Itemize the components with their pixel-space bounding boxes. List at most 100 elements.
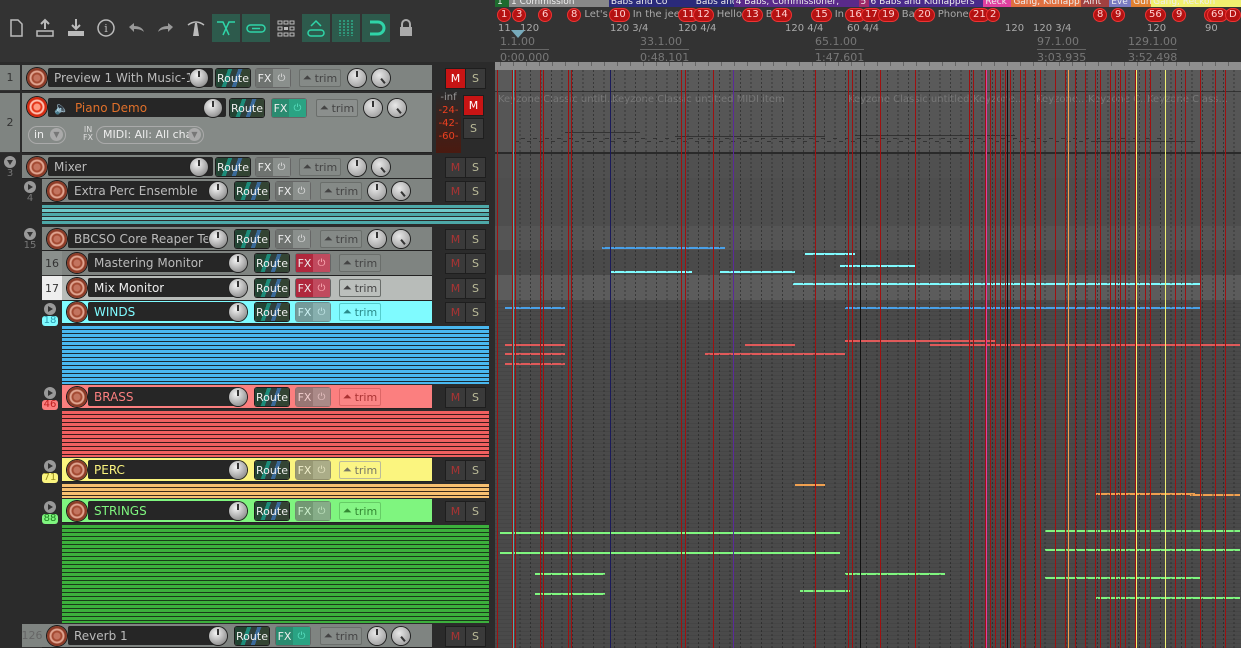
mute-button[interactable]: M: [446, 627, 465, 646]
record-arm-button[interactable]: [67, 460, 87, 480]
pan-knob[interactable]: [392, 627, 410, 645]
trim-envelope-button[interactable]: ⏶ trim: [339, 303, 381, 321]
project-info-button[interactable]: i: [92, 14, 120, 42]
snap-button[interactable]: [362, 14, 390, 42]
folder-expand-icon[interactable]: [44, 501, 56, 513]
lock-button[interactable]: [392, 14, 420, 42]
volume-knob[interactable]: [209, 627, 227, 645]
track-name-field[interactable]: Preview 1 With Music-1: [48, 68, 213, 87]
fx-button[interactable]: FX ⏻: [296, 461, 330, 479]
solo-button[interactable]: S: [466, 279, 485, 298]
midi-input-select[interactable]: MIDI: All: All chan ▼: [96, 126, 204, 144]
track-2-piano-demo[interactable]: 2 🔈 Piano Demo Route FX ⏻ ⏶ trim in ▼ IN FX …: [0, 91, 495, 153]
folder-expand-icon[interactable]: [44, 460, 56, 472]
marker[interactable]: 1: [497, 7, 512, 22]
track-4-extra-perc[interactable]: 4 Extra Perc Ensemble Route FX ⏻ ⏶ trim MS: [0, 179, 495, 227]
record-arm-button[interactable]: [27, 97, 47, 117]
route-button[interactable]: Route: [255, 279, 289, 297]
marker[interactable]: 12 Hello: [693, 7, 742, 22]
mute-button[interactable]: M: [446, 461, 465, 480]
solo-button[interactable]: S: [466, 461, 485, 480]
track-name-field[interactable]: BRASS: [88, 387, 238, 406]
trim-envelope-button[interactable]: ⏶ trim: [339, 461, 381, 479]
save-project-button[interactable]: [62, 14, 90, 42]
record-arm-button[interactable]: [67, 253, 87, 273]
redo-button[interactable]: [152, 14, 180, 42]
pan-knob[interactable]: [392, 182, 410, 200]
auto-crossfade-button[interactable]: [212, 14, 240, 42]
track-71-perc[interactable]: 71 PERC Route FX ⏻ ⏶ trim MS: [0, 458, 495, 499]
route-button[interactable]: Route: [255, 502, 289, 520]
track-name-field[interactable]: STRINGS: [88, 501, 238, 520]
volume-knob[interactable]: [204, 99, 222, 117]
solo-button[interactable]: S: [466, 69, 485, 88]
track-16-mastering-monitor[interactable]: 16 Mastering Monitor Route FX ⏻ ⏶ trim MS: [0, 251, 495, 276]
tempo-marker[interactable]: 120 4/4: [785, 23, 823, 34]
track-name-field[interactable]: 🔈 Piano Demo: [48, 98, 226, 117]
track-name-field[interactable]: Mix Monitor: [88, 278, 238, 297]
solo-button[interactable]: S: [466, 303, 485, 322]
track-46-brass[interactable]: 46 BRASS Route FX ⏻ ⏶ trim MS: [0, 385, 495, 458]
track-3-mixer[interactable]: 3 Mixer Route FX ⏻ ⏶ trim MS: [0, 155, 495, 179]
arrange-view[interactable]: 11 Commission Babs and Co Babs and 4 Babs, …: [495, 0, 1241, 648]
trim-envelope-button[interactable]: ⏶ trim: [320, 627, 362, 645]
volume-knob[interactable]: [229, 303, 247, 321]
folder-expand-icon[interactable]: [44, 303, 56, 315]
track-name-field[interactable]: PERC: [88, 460, 238, 479]
track-lanes[interactable]: Keyzone Classic untitl... Keyzone Classic…: [495, 70, 1241, 648]
marker[interactable]: 8 Let's: [567, 7, 608, 22]
solo-button[interactable]: S: [464, 119, 483, 138]
record-arm-button[interactable]: [47, 229, 67, 249]
region[interactable]: Eve: [1109, 0, 1132, 7]
track-name-field[interactable]: Extra Perc Ensemble: [68, 181, 218, 200]
region[interactable]: 6 Babs and Kidnappers: [868, 0, 984, 7]
folder-expand-icon[interactable]: [44, 387, 56, 399]
trim-envelope-button[interactable]: ⏶ trim: [299, 69, 341, 87]
track-17-mix-monitor[interactable]: 17 Mix Monitor Route FX ⏻ ⏶ trim MS: [0, 276, 495, 301]
record-arm-button[interactable]: [47, 181, 67, 201]
volume-knob[interactable]: [190, 69, 208, 87]
tempo-marker[interactable]: 120 4/4: [678, 23, 716, 34]
record-arm-button[interactable]: [27, 157, 47, 177]
mute-button[interactable]: M: [446, 254, 465, 273]
marker[interactable]: 8: [1093, 7, 1108, 22]
tempo-marker[interactable]: 120: [1147, 23, 1166, 34]
fx-button[interactable]: FX ⏻: [272, 99, 306, 117]
edit-cursor-handle[interactable]: [511, 30, 525, 38]
region[interactable]: 4 Babs, Commissioner,: [733, 0, 859, 7]
tempo-marker[interactable]: 11: [498, 23, 511, 34]
marker[interactable]: 14: [771, 7, 792, 22]
region[interactable]: Babs and Co: [608, 0, 694, 7]
pan-knob[interactable]: [372, 69, 390, 87]
record-arm-button[interactable]: [47, 626, 67, 646]
route-button[interactable]: Route: [216, 158, 250, 176]
trim-envelope-button[interactable]: ⏶ trim: [320, 182, 362, 200]
envelope-move-with-items-button[interactable]: [302, 14, 330, 42]
track-18-winds[interactable]: 18 WINDS Route FX ⏻ ⏶ trim MS: [0, 301, 495, 385]
region[interactable]: Reck: [983, 0, 1012, 7]
ripple-edit-button[interactable]: [332, 14, 360, 42]
folder-collapse-icon[interactable]: [24, 228, 36, 240]
pan-knob[interactable]: [372, 158, 390, 176]
record-arm-button[interactable]: [67, 387, 87, 407]
volume-small-knob[interactable]: [368, 182, 386, 200]
marker[interactable]: 6: [538, 7, 553, 22]
track-name-field[interactable]: Mastering Monitor: [88, 253, 238, 272]
fx-button[interactable]: FX ⏻: [296, 279, 330, 297]
volume-small-knob[interactable]: [368, 627, 386, 645]
fx-button[interactable]: FX ⏻: [296, 388, 330, 406]
marker[interactable]: 9: [1111, 7, 1126, 22]
ruler-ticks[interactable]: [495, 62, 1241, 70]
volume-small-knob[interactable]: [368, 230, 386, 248]
route-button[interactable]: Route: [230, 99, 264, 117]
trim-envelope-button[interactable]: ⏶ trim: [339, 279, 381, 297]
marker-lane[interactable]: 1368Let's10In the jee1112Hello13Ba1415In…: [495, 7, 1241, 22]
route-button[interactable]: Route: [255, 254, 289, 272]
region[interactable]: 1: [495, 0, 509, 7]
track-88-strings[interactable]: 88 STRINGS Route FX ⏻ ⏶ trim MS: [0, 499, 495, 624]
fx-button[interactable]: FX ⏻: [276, 627, 310, 645]
marker[interactable]: 10 In the jee: [609, 7, 680, 22]
trim-envelope-button[interactable]: ⏶ trim: [299, 158, 341, 176]
marker[interactable]: 19 Bat: [878, 7, 919, 22]
volume-small-knob[interactable]: [348, 158, 366, 176]
